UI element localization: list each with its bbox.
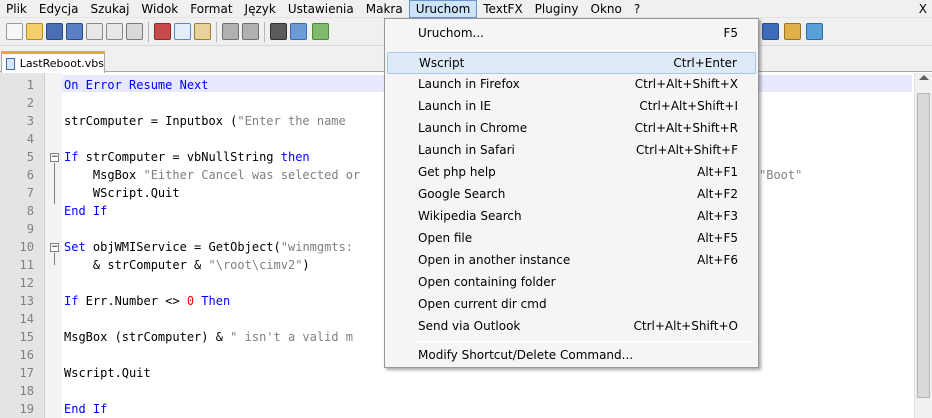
zoom-in-icon[interactable] xyxy=(312,23,329,40)
close-document-button[interactable]: X xyxy=(919,0,927,18)
scroll-thumb[interactable] xyxy=(917,93,930,398)
menu-szukaj[interactable]: Szukaj xyxy=(84,0,135,18)
line-number: 17 xyxy=(19,366,34,380)
menu-separator xyxy=(416,341,754,342)
menu-edycja[interactable]: Edycja xyxy=(33,0,85,18)
code-line-overflow: "Boot" xyxy=(759,168,803,182)
menu-pluginy[interactable]: Pluginy xyxy=(529,0,585,18)
line-number: 16 xyxy=(19,348,34,362)
copy-icon[interactable] xyxy=(174,23,191,40)
code-line: If strComputer = vbNullString then xyxy=(64,150,310,164)
line-number: 3 xyxy=(26,114,34,128)
cut-icon[interactable] xyxy=(154,23,171,40)
menu-item-open-current-dir-cmd[interactable]: Open current dir cmd xyxy=(387,294,756,316)
code-line: WScript.Quit xyxy=(64,186,180,200)
menu-item-wscript[interactable]: Wscript Ctrl+Enter xyxy=(387,52,756,74)
code-line: Wscript.Quit xyxy=(64,366,151,380)
fold-guide xyxy=(54,163,55,204)
save-all-icon[interactable] xyxy=(66,23,83,40)
vbs-file-icon xyxy=(6,57,15,70)
spellcheck-icon[interactable] xyxy=(806,23,823,40)
menu-item-launch-safari[interactable]: Launch in Safari Ctrl+Alt+Shift+F xyxy=(387,140,756,162)
menu-item-open-file[interactable]: Open file Alt+F5 xyxy=(387,228,756,250)
fold-guide xyxy=(54,253,55,265)
menu-item-php-help[interactable]: Get php help Alt+F1 xyxy=(387,162,756,184)
code-line: On Error Resume Next xyxy=(64,78,209,92)
menu-okno[interactable]: Okno xyxy=(585,0,628,18)
tab-lastreboot[interactable]: LastReboot.vbs xyxy=(1,51,105,73)
menu-plik[interactable]: Plik xyxy=(0,0,33,18)
menu-item-send-via-outlook[interactable]: Send via Outlook Ctrl+Alt+Shift+O xyxy=(387,316,756,338)
menu-item-google-search[interactable]: Google Search Alt+F2 xyxy=(387,184,756,206)
line-number: 9 xyxy=(26,222,34,236)
menu-item-launch-chrome[interactable]: Launch in Chrome Ctrl+Alt+Shift+R xyxy=(387,118,756,140)
line-number: 4 xyxy=(26,132,34,146)
menu-item-wikipedia-search[interactable]: Wikipedia Search Alt+F3 xyxy=(387,206,756,228)
line-number: 15 xyxy=(19,330,34,344)
line-number: 6 xyxy=(26,168,34,182)
line-number: 14 xyxy=(19,312,34,326)
menu-textfx[interactable]: TextFX xyxy=(477,0,528,18)
code-line: End If xyxy=(64,204,108,218)
save-icon[interactable] xyxy=(46,23,63,40)
print-icon[interactable] xyxy=(126,23,143,40)
code-line: strComputer = Inputbox ("Enter the name xyxy=(64,114,353,128)
macro-icon[interactable] xyxy=(762,23,779,40)
menu-makra[interactable]: Makra xyxy=(360,0,409,18)
menu-jezyk[interactable]: Język xyxy=(239,0,282,18)
close-all-icon[interactable] xyxy=(106,23,123,40)
line-number: 5 xyxy=(26,150,34,164)
vertical-scrollbar[interactable] xyxy=(914,73,932,418)
menu-item-open-another-instance[interactable]: Open in another instance Alt+F6 xyxy=(387,250,756,272)
code-line: & strComputer & "\root\cimv2") xyxy=(64,258,310,272)
line-number: 19 xyxy=(19,402,34,416)
line-number: 11 xyxy=(19,258,34,272)
line-number: 10 xyxy=(19,240,34,254)
menu-item-launch-ie[interactable]: Launch in IE Ctrl+Alt+Shift+I xyxy=(387,96,756,118)
menu-separator xyxy=(416,50,754,51)
menu-uruchom[interactable]: Uruchom xyxy=(408,0,478,18)
code-line: If Err.Number <> 0 Then xyxy=(64,294,231,308)
line-number: 13 xyxy=(19,294,34,308)
paste-icon[interactable] xyxy=(194,23,211,40)
line-number: 12 xyxy=(19,276,34,290)
new-file-icon[interactable] xyxy=(6,23,23,40)
menu-item-open-containing-folder[interactable]: Open containing folder xyxy=(387,272,756,294)
scroll-up-icon[interactable] xyxy=(919,75,929,80)
redo-icon[interactable] xyxy=(242,23,259,40)
menu-bar: Plik Edycja Szukaj Widok Format Język Us… xyxy=(0,0,932,18)
run-menu-dropdown: Uruchom... F5 Wscript Ctrl+Enter Launch in… xyxy=(384,18,759,368)
line-number: 8 xyxy=(26,204,34,218)
fold-toggle-icon[interactable]: − xyxy=(50,243,59,252)
line-number: 7 xyxy=(26,186,34,200)
line-number: 1 xyxy=(26,78,34,92)
toolbar-separator xyxy=(216,22,217,42)
find-icon[interactable] xyxy=(270,23,287,40)
menu-widok[interactable]: Widok xyxy=(135,0,184,18)
menu-item-uruchom[interactable]: Uruchom... F5 xyxy=(387,23,756,45)
menu-ustawienia[interactable]: Ustawienia xyxy=(282,0,360,18)
playback-icon[interactable] xyxy=(784,23,801,40)
menu-format[interactable]: Format xyxy=(184,0,238,18)
code-line: End If xyxy=(64,402,108,416)
toolbar-separator xyxy=(148,22,149,42)
replace-icon[interactable] xyxy=(290,23,307,40)
close-file-icon[interactable] xyxy=(86,23,103,40)
line-number: 2 xyxy=(26,96,34,110)
menu-item-modify-shortcut[interactable]: Modify Shortcut/Delete Command... xyxy=(387,345,756,367)
line-number: 18 xyxy=(19,384,34,398)
code-line: MsgBox "Either Cancel was selected or xyxy=(64,168,361,182)
undo-icon[interactable] xyxy=(222,23,239,40)
open-file-icon[interactable] xyxy=(26,23,43,40)
menu-help[interactable]: ? xyxy=(628,0,646,18)
tab-label: LastReboot.vbs xyxy=(19,57,104,70)
fold-toggle-icon[interactable]: − xyxy=(50,153,59,162)
code-line: Set objWMIService = GetObject("winmgmts: xyxy=(64,240,354,254)
menu-item-launch-firefox[interactable]: Launch in Firefox Ctrl+Alt+Shift+X xyxy=(387,74,756,96)
code-line: MsgBox (strComputer) & " isn't a valid m xyxy=(64,330,353,344)
toolbar-separator xyxy=(264,22,265,42)
